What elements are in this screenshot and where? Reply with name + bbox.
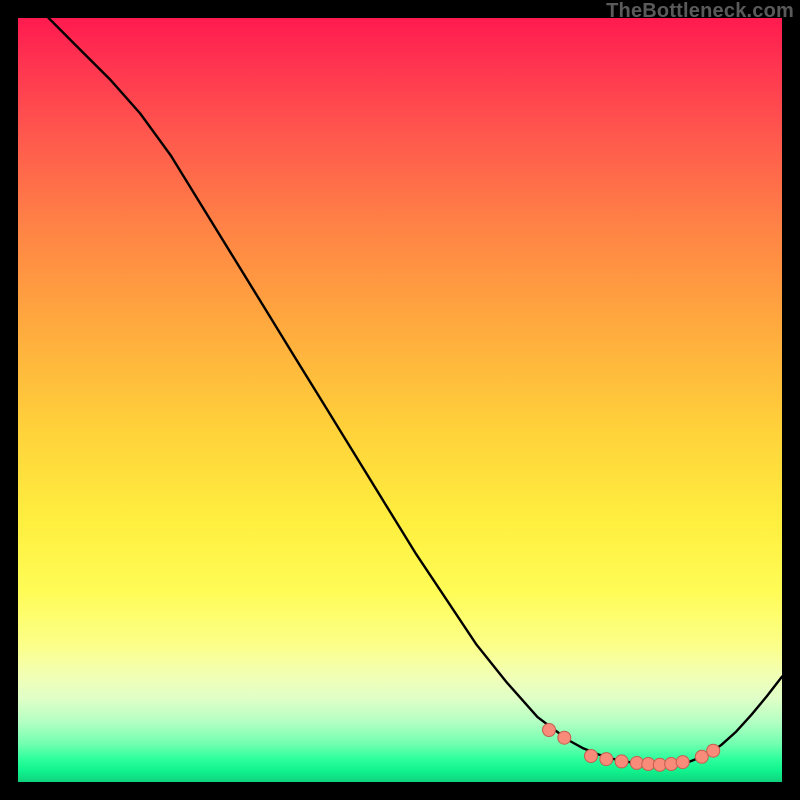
highlight-dot [676,756,689,769]
highlight-dot [665,758,678,771]
bottleneck-curve [49,18,782,765]
highlight-dot [707,744,720,757]
highlight-dot [615,755,628,768]
highlight-dot [600,753,613,766]
plot-area [18,18,782,782]
chart-svg [18,18,782,782]
highlight-dot [558,731,571,744]
highlight-dot [695,750,708,763]
highlight-dots [543,724,720,772]
highlight-dot [543,724,556,737]
watermark-text: TheBottleneck.com [606,0,794,23]
highlight-dot [585,750,598,763]
highlight-dot [630,756,643,769]
